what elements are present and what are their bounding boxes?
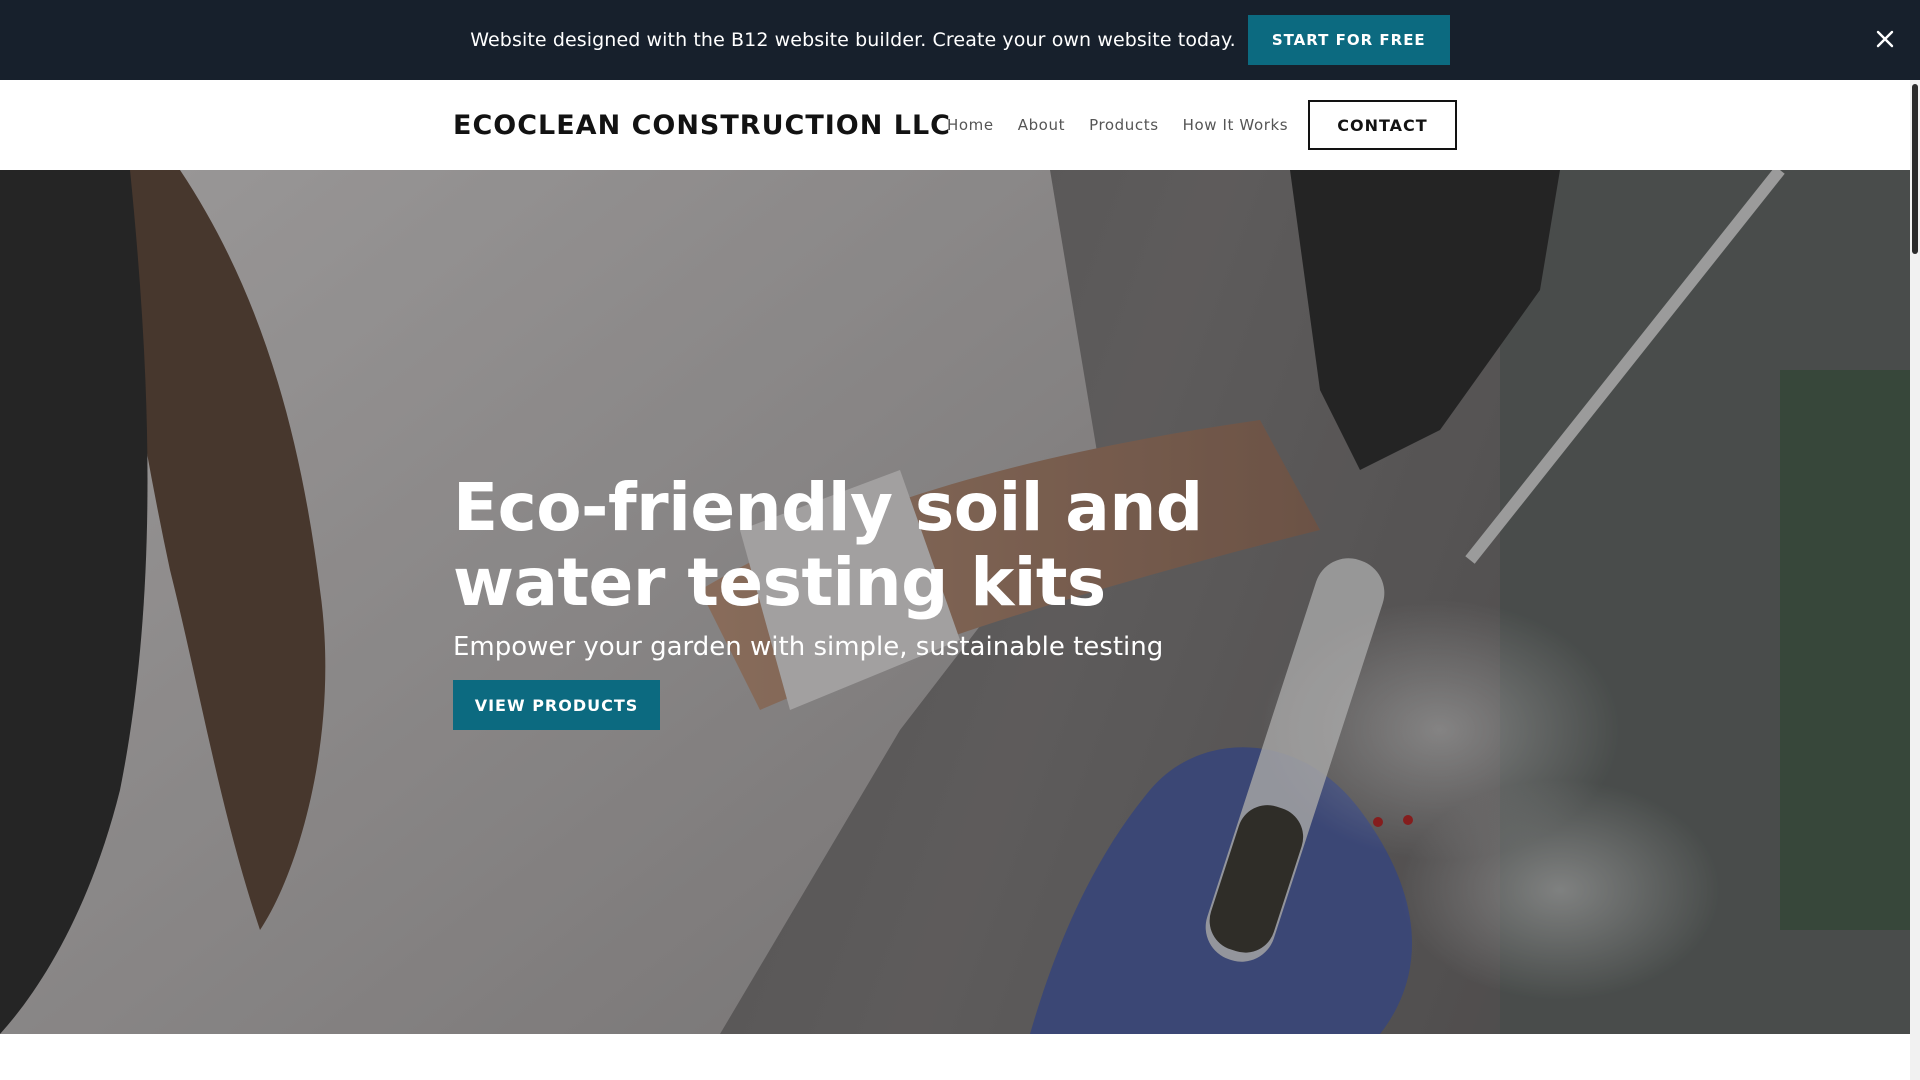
site-header: ECOCLEAN CONSTRUCTION LLC Home About Pro… bbox=[0, 80, 1910, 170]
promo-banner-content: Website designed with the B12 website bu… bbox=[470, 15, 1450, 65]
start-for-free-button[interactable]: START FOR FREE bbox=[1247, 15, 1450, 65]
contact-button[interactable]: CONTACT bbox=[1308, 100, 1457, 150]
nav-menu: Home About Products How It Works bbox=[947, 116, 1288, 134]
hero-content: Eco-friendly soil and water testing kits… bbox=[453, 470, 1213, 730]
nav-link-home[interactable]: Home bbox=[947, 116, 994, 134]
hero-section: Eco-friendly soil and water testing kits… bbox=[0, 170, 1910, 1034]
hero-subtitle: Empower your garden with simple, sustain… bbox=[453, 632, 1164, 662]
hero-title: Eco-friendly soil and water testing kits bbox=[453, 469, 1203, 621]
nav-link-products[interactable]: Products bbox=[1089, 116, 1159, 134]
promo-banner: Website designed with the B12 website bu… bbox=[0, 0, 1920, 80]
site-brand[interactable]: ECOCLEAN CONSTRUCTION LLC bbox=[453, 110, 951, 141]
promo-banner-text: Website designed with the B12 website bu… bbox=[470, 29, 1236, 51]
scrollbar-thumb[interactable] bbox=[1912, 84, 1918, 254]
view-products-button[interactable]: VIEW PRODUCTS bbox=[453, 680, 660, 730]
nav-link-about[interactable]: About bbox=[1018, 116, 1065, 134]
nav-link-how-it-works[interactable]: How It Works bbox=[1183, 116, 1289, 134]
close-icon[interactable] bbox=[1874, 28, 1896, 50]
page-scrollbar[interactable] bbox=[1910, 80, 1920, 1080]
